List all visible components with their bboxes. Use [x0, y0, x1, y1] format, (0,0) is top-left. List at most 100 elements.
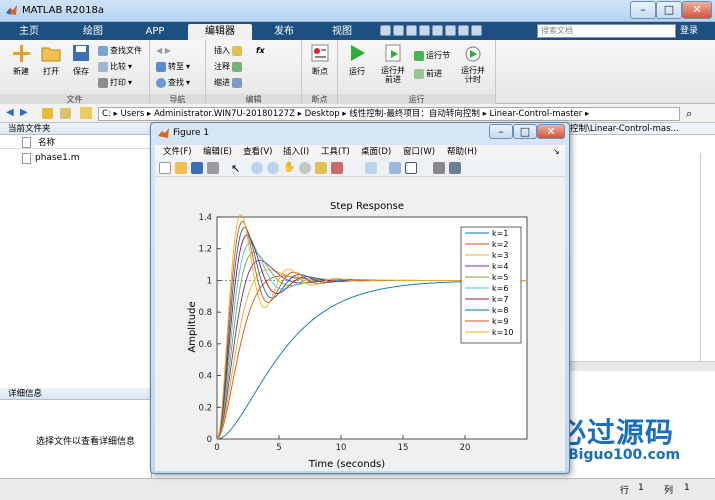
- legend-entry: k=1: [492, 229, 508, 238]
- tab-publish[interactable]: 发布: [260, 24, 308, 40]
- current-folder-path[interactable]: C: ▸ Users ▸ Administrator.WIN7U-2018012…: [98, 107, 680, 121]
- menu-view[interactable]: 查看(V): [243, 145, 272, 159]
- minimize-button[interactable]: –: [630, 1, 656, 19]
- goto-button[interactable]: 转至 ▾: [156, 61, 190, 73]
- figure-icon: [158, 128, 169, 138]
- help-icon[interactable]: [471, 25, 482, 36]
- advance-button[interactable]: 前进: [414, 68, 442, 80]
- menu-window[interactable]: 窗口(W): [403, 145, 435, 159]
- cut-icon[interactable]: [393, 25, 404, 36]
- legend-entry: k=6: [492, 284, 508, 293]
- new-figure-icon[interactable]: [159, 162, 171, 174]
- x-tick-label: 0: [214, 443, 219, 453]
- run-advance-button[interactable]: 运行并 前进: [378, 43, 408, 84]
- legend-icon[interactable]: [405, 162, 417, 174]
- close-button[interactable]: ✕: [682, 1, 712, 19]
- redo-icon[interactable]: [445, 25, 456, 36]
- forward-icon[interactable]: ▶: [20, 107, 28, 118]
- save-icon[interactable]: [380, 25, 391, 36]
- tab-editor[interactable]: 编辑器: [188, 24, 252, 40]
- comment-button[interactable]: 注释: [214, 61, 242, 73]
- run-time-button[interactable]: 运行并 计时: [458, 43, 488, 84]
- insert-button[interactable]: 插入: [214, 45, 242, 57]
- run-section-button[interactable]: 运行节: [414, 50, 450, 62]
- horizontal-scrollbar[interactable]: [560, 361, 715, 371]
- zoom-in-icon[interactable]: [251, 162, 263, 174]
- figure-window[interactable]: Figure 1 – □ ✕ 文件(F) 编辑(E) 查看(V) 插入(I) 工…: [150, 122, 570, 474]
- show-plot-tools-icon[interactable]: [449, 162, 461, 174]
- print-button[interactable]: 打印 ▾: [98, 77, 132, 89]
- tab-view[interactable]: 视图: [318, 24, 366, 40]
- dock-icon[interactable]: ↘: [553, 145, 560, 159]
- tab-plots[interactable]: 绘图: [68, 24, 118, 40]
- list-item[interactable]: phase1.m: [22, 153, 80, 165]
- fx-button[interactable]: fx: [256, 45, 265, 57]
- pointer-icon[interactable]: ↖: [231, 162, 243, 175]
- save-button[interactable]: 保存: [66, 43, 96, 77]
- nav-group-label: 导航: [150, 94, 205, 104]
- compare-button[interactable]: 比较 ▾: [98, 61, 132, 73]
- menu-insert[interactable]: 插入(I): [283, 145, 309, 159]
- breakpoints-group: 断点 断点: [302, 40, 338, 104]
- search-documentation-input[interactable]: 搜索文档: [537, 24, 676, 38]
- zoom-out-icon[interactable]: [267, 162, 279, 174]
- run-icon: [351, 45, 365, 61]
- legend-entry: k=4: [492, 262, 508, 271]
- find-button[interactable]: 查找 ▾: [156, 77, 190, 89]
- chart-title: Step Response: [330, 201, 404, 212]
- tab-apps[interactable]: APP: [130, 24, 180, 40]
- figure-minimize-button[interactable]: –: [489, 124, 513, 139]
- hide-plot-tools-icon[interactable]: [433, 162, 445, 174]
- watermark-url: Biguo100.com: [568, 447, 681, 463]
- run-button[interactable]: 运行: [342, 43, 372, 77]
- run-group: 运行 运行并 前进 运行节 前进 运行并 计时 运行: [338, 40, 496, 104]
- maximize-button[interactable]: □: [656, 1, 682, 19]
- colorbar-icon[interactable]: [389, 162, 401, 174]
- menu-edit[interactable]: 编辑(E): [203, 145, 232, 159]
- breakpoints-button[interactable]: 断点: [305, 43, 335, 77]
- y-tick-label: 0.8: [198, 308, 212, 318]
- figure-title: Figure 1: [173, 128, 210, 138]
- up-folder-icon[interactable]: [42, 108, 53, 119]
- browse-folder-icon[interactable]: [60, 108, 71, 119]
- menu-desktop[interactable]: 桌面(D): [361, 145, 391, 159]
- pan-icon[interactable]: ✋: [283, 162, 295, 174]
- copy-icon[interactable]: [406, 25, 417, 36]
- back-icon[interactable]: ◀: [6, 107, 14, 118]
- figure-close-button[interactable]: ✕: [537, 124, 565, 139]
- paste-icon[interactable]: [419, 25, 430, 36]
- rotate-icon[interactable]: [299, 162, 311, 174]
- find-icon: [156, 78, 166, 88]
- undo-icon[interactable]: [432, 25, 443, 36]
- file-group: 新建 打开 保存 查找文件 比较 ▾ 打印 ▾ 文件: [0, 40, 150, 104]
- login-button[interactable]: 登录: [680, 24, 710, 38]
- print-figure-icon[interactable]: [207, 162, 219, 174]
- find-files-button[interactable]: 查找文件: [98, 45, 142, 57]
- insert-icon: [232, 46, 242, 56]
- figure-maximize-button[interactable]: □: [513, 124, 537, 139]
- link-plot-icon[interactable]: [365, 162, 377, 174]
- plot-area[interactable]: 0 5 10 15 20 0 0.2 0.4 0.6 0.8 1 1.2 1.4 k=1 k=2 k=3 k=4…: [198, 213, 528, 453]
- menu-help[interactable]: 帮助(H): [447, 145, 477, 159]
- legend-entry: k=9: [492, 317, 508, 326]
- open-file-icon[interactable]: [175, 162, 187, 174]
- nav-group: ◀ ▶ 转至 ▾ 查找 ▾ 导航: [150, 40, 206, 104]
- open-button[interactable]: 打开: [36, 43, 66, 77]
- menu-file[interactable]: 文件(F): [163, 145, 192, 159]
- advance-icon: [414, 69, 424, 79]
- y-tick-label: 0.2: [198, 403, 212, 413]
- new-button[interactable]: 新建: [6, 43, 36, 77]
- x-tick-label: 5: [276, 443, 281, 453]
- brush-icon[interactable]: [331, 162, 343, 174]
- figure-menubar: 文件(F) 编辑(E) 查看(V) 插入(I) 工具(T) 桌面(D) 窗口(W…: [155, 145, 565, 159]
- data-cursor-icon[interactable]: [315, 162, 327, 174]
- menu-tools[interactable]: 工具(T): [321, 145, 350, 159]
- indent-button[interactable]: 缩进: [214, 77, 242, 89]
- save-figure-icon[interactable]: [191, 162, 203, 174]
- tab-home[interactable]: 主页: [8, 24, 50, 40]
- switch-windows-icon[interactable]: [458, 25, 469, 36]
- search-folder-icon[interactable]: ⌕: [686, 107, 692, 121]
- legend-entry: k=5: [492, 273, 508, 282]
- y-tick-label: 0.6: [198, 340, 212, 350]
- run-advance-icon: [385, 44, 401, 62]
